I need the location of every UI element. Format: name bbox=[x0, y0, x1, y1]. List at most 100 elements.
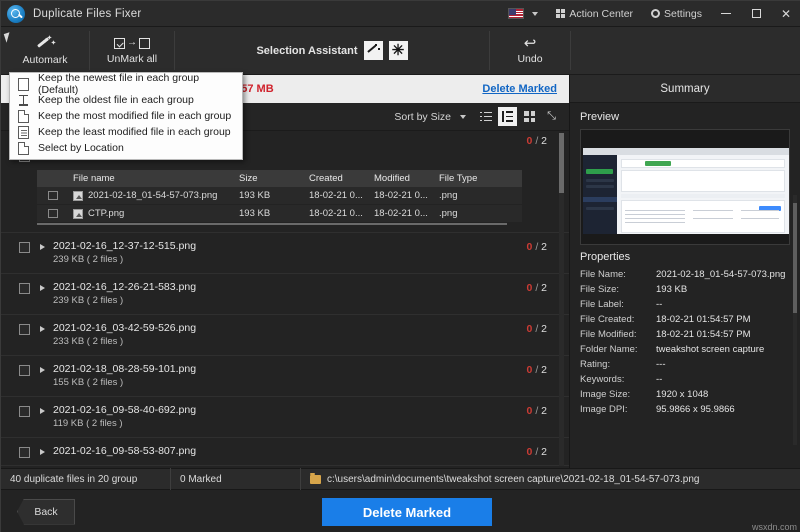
properties-scrollbar[interactable] bbox=[793, 195, 797, 445]
settings-label: Settings bbox=[664, 7, 702, 20]
total-count: 2 bbox=[541, 446, 547, 458]
total-count: 2 bbox=[541, 135, 547, 147]
undo-button[interactable]: ↩ Undo bbox=[490, 27, 570, 74]
language-selector[interactable] bbox=[499, 1, 547, 27]
file-type: .png bbox=[439, 190, 458, 201]
automark-dropdown-menu[interactable]: Keep the newest file in each group (Defa… bbox=[9, 72, 243, 160]
file-row[interactable]: 2021-02-18_01-54-57-073.png 193 KB 18-02… bbox=[37, 187, 522, 205]
property-row: Keywords: -- bbox=[580, 372, 790, 387]
undo-label: Undo bbox=[517, 52, 543, 65]
expand-triangle-icon[interactable] bbox=[40, 367, 45, 373]
page-folder-icon bbox=[18, 141, 29, 155]
expand-triangle-icon[interactable] bbox=[40, 326, 45, 332]
gear-icon bbox=[651, 9, 661, 18]
status-path: c:\users\admin\documents\tweakshot scree… bbox=[327, 473, 700, 485]
expand-triangle-icon[interactable] bbox=[40, 285, 45, 291]
file-size: 193 KB bbox=[239, 190, 271, 201]
menu-item-keep-least-modified[interactable]: Keep the least modified file in each gro… bbox=[10, 124, 242, 140]
sort-label: Sort by Size bbox=[394, 110, 451, 123]
menu-item-label: Keep the oldest file in each group bbox=[38, 94, 194, 106]
selection-assistant-asterisk-button[interactable]: ✳ bbox=[388, 41, 408, 60]
table-row[interactable]: 2021-02-16_03-42-59-526.png 233 KB ( 2 f… bbox=[1, 315, 569, 356]
scrollbar-thumb[interactable] bbox=[559, 133, 564, 193]
total-count: 2 bbox=[541, 241, 547, 253]
list-view-icon[interactable] bbox=[476, 107, 495, 126]
list-scrollbar[interactable] bbox=[559, 133, 564, 466]
automark-button[interactable]: ✦ ✦ ✧ Automark bbox=[1, 27, 89, 74]
action-center-button[interactable]: Action Center bbox=[547, 1, 642, 27]
grid-icon bbox=[555, 8, 566, 19]
unmark-all-label: UnMark all bbox=[106, 53, 158, 65]
group-checkbox[interactable] bbox=[19, 242, 30, 253]
tab-summary[interactable]: Summary bbox=[570, 75, 800, 103]
titlebar-right-controls: Action Center Settings ✕ bbox=[499, 1, 800, 27]
delete-marked-button[interactable]: Delete Marked bbox=[322, 498, 492, 526]
wand-icon bbox=[366, 44, 380, 57]
group-marked-counter: 0 / 2 bbox=[526, 241, 547, 253]
maximize-button[interactable] bbox=[741, 1, 771, 27]
bottom-bar: Back Delete Marked wsxdn.com bbox=[1, 490, 800, 532]
properties-heading: Properties bbox=[580, 251, 631, 263]
table-row[interactable]: 2021-02-18_08-28-59-101.png 155 KB ( 2 f… bbox=[1, 356, 569, 397]
table-row[interactable]: 2021-02-16_12-26-21-583.png 239 KB ( 2 f… bbox=[1, 274, 569, 315]
magnifier-logo bbox=[7, 4, 25, 23]
menu-item-label: Keep the newest file in each group (Defa… bbox=[38, 72, 200, 96]
folder-icon bbox=[310, 472, 321, 484]
cursor-arrow-icon bbox=[3, 32, 13, 43]
delete-marked-link[interactable]: Delete Marked bbox=[482, 83, 557, 95]
app-title: Duplicate Files Fixer bbox=[33, 7, 142, 20]
column-icon bbox=[18, 94, 29, 107]
column-created: Created bbox=[309, 173, 343, 184]
title-bar: Duplicate Files Fixer Action Center Sett… bbox=[1, 1, 800, 27]
grid-view-icon[interactable] bbox=[520, 107, 539, 126]
group-checkbox[interactable] bbox=[19, 406, 30, 417]
expand-triangle-icon[interactable] bbox=[40, 408, 45, 414]
selection-assistant-wand-button[interactable] bbox=[363, 41, 383, 60]
preview-heading: Preview bbox=[580, 111, 620, 123]
duplicate-files-fixer-window: Duplicate Files Fixer Action Center Sett… bbox=[0, 0, 800, 532]
table-row[interactable]: 2021-02-16_12-37-12-515.png 239 KB ( 2 f… bbox=[1, 233, 569, 274]
settings-button[interactable]: Settings bbox=[642, 1, 711, 27]
duplicate-groups-list[interactable]: 387 KB ( 2 files ) 0 / 2 File name Size … bbox=[1, 131, 569, 468]
property-value: 18-02-21 01:54:57 PM bbox=[656, 329, 751, 340]
marked-count: 0 bbox=[526, 241, 533, 253]
expand-view-icon[interactable]: ⤡ bbox=[542, 107, 561, 126]
table-row[interactable]: 2021-02-16_09-58-40-692.png 119 KB ( 2 f… bbox=[1, 397, 569, 438]
property-key: Image DPI: bbox=[580, 404, 628, 415]
file-checkbox[interactable] bbox=[48, 208, 58, 219]
marked-count: 0 bbox=[526, 364, 533, 376]
menu-item-keep-most-modified[interactable]: Keep the most modified file in each grou… bbox=[10, 108, 242, 124]
status-marked: 0 Marked bbox=[171, 468, 301, 490]
preview-thumbnail-content bbox=[583, 148, 789, 234]
property-row: Folder Name: tweakshot screen capture bbox=[580, 342, 790, 357]
expand-triangle-icon[interactable] bbox=[40, 244, 45, 250]
property-row: File Label: -- bbox=[580, 297, 790, 312]
group-checkbox[interactable] bbox=[19, 447, 30, 458]
close-button[interactable]: ✕ bbox=[771, 1, 800, 27]
group-checkbox[interactable] bbox=[19, 283, 30, 294]
group-checkbox[interactable] bbox=[19, 365, 30, 376]
sort-dropdown[interactable]: Sort by Size bbox=[394, 111, 466, 123]
property-value: 193 KB bbox=[656, 284, 688, 295]
property-row: Image Size: 1920 x 1048 bbox=[580, 387, 790, 402]
expand-triangle-icon[interactable] bbox=[40, 449, 45, 455]
action-center-label: Action Center bbox=[569, 7, 634, 20]
unmark-all-button[interactable]: → UnMark all bbox=[90, 27, 174, 74]
group-checkbox[interactable] bbox=[19, 324, 30, 335]
file-checkbox[interactable] bbox=[48, 190, 58, 201]
group-size: 233 KB ( 2 files ) bbox=[53, 336, 124, 347]
menu-item-select-by-location[interactable]: Select by Location bbox=[10, 140, 242, 156]
file-row[interactable]: CTP.png 193 KB 18-02-21 0... 18-02-21 0.… bbox=[37, 205, 522, 223]
total-count: 2 bbox=[541, 323, 547, 335]
scrollbar-thumb[interactable] bbox=[793, 203, 797, 313]
minimize-button[interactable] bbox=[711, 1, 741, 27]
group-name: 2021-02-16_12-26-21-583.png bbox=[53, 281, 197, 293]
property-key: Rating: bbox=[580, 359, 611, 370]
back-button[interactable]: Back bbox=[17, 498, 75, 525]
page-icon bbox=[18, 77, 29, 91]
table-row[interactable]: 2021-02-16_09-58-53-807.png 0 / 2 bbox=[1, 438, 569, 466]
detail-view-icon[interactable] bbox=[498, 107, 517, 126]
file-name: 2021-02-18_01-54-57-073.png bbox=[88, 190, 218, 201]
menu-item-keep-newest[interactable]: Keep the newest file in each group (Defa… bbox=[10, 72, 242, 96]
